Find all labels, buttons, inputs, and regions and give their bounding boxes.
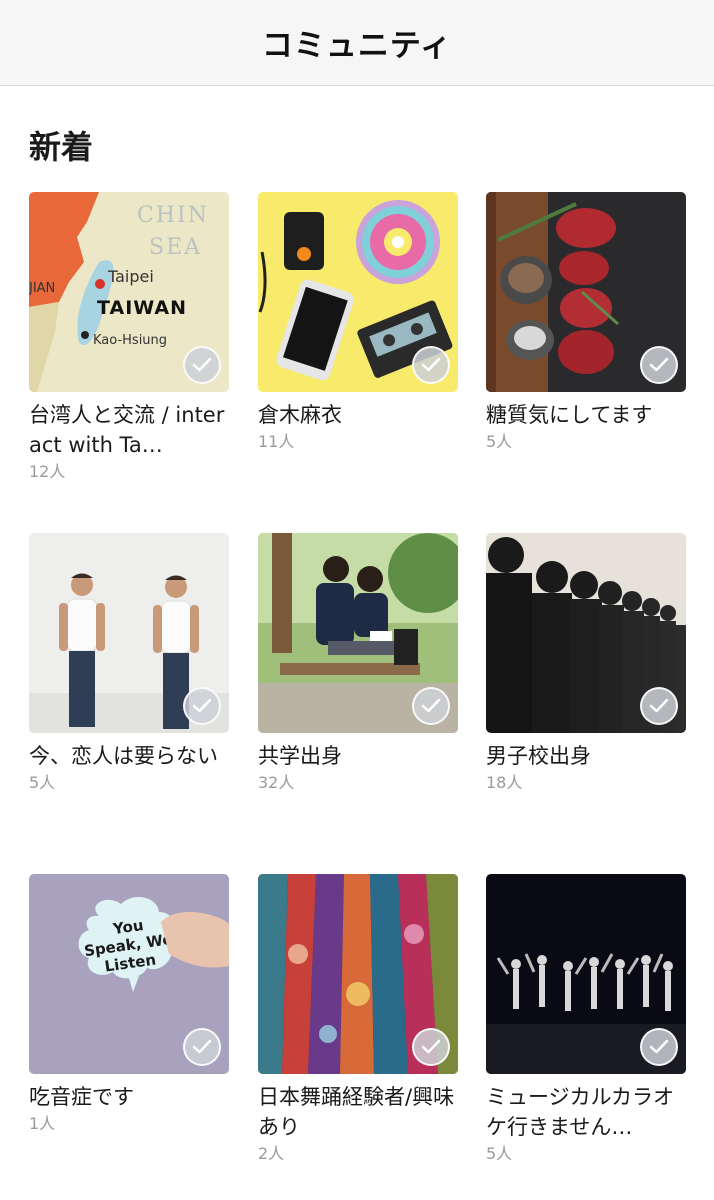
community-thumbnail[interactable]: You Speak, We Listen	[29, 874, 229, 1074]
community-card[interactable]: CHIN SEA Taipei TAIWAN Kao-Hsiung JIAN 台…	[29, 192, 229, 483]
community-thumbnail[interactable]	[258, 192, 458, 392]
community-card[interactable]: 倉木麻衣 11人	[258, 192, 458, 453]
check-icon[interactable]	[640, 346, 678, 384]
community-name[interactable]: 糖質気にしてます	[486, 400, 686, 430]
svg-text:SEA: SEA	[149, 235, 202, 260]
member-count: 5人	[29, 773, 56, 792]
check-icon[interactable]	[412, 1028, 450, 1066]
section-title-new: 新着	[29, 128, 94, 166]
community-card[interactable]: 日本舞踊経験者/興味あり 2人	[258, 874, 458, 1165]
community-thumbnail[interactable]	[486, 533, 686, 733]
member-count: 11人	[258, 432, 295, 451]
member-count: 1人	[29, 1114, 56, 1133]
page-title: コミュニティ	[261, 28, 453, 64]
community-name[interactable]: 倉木麻衣	[258, 400, 458, 430]
member-count: 5人	[486, 432, 513, 451]
community-card[interactable]: You Speak, We Listen 吃音症です 1人	[29, 874, 229, 1135]
community-name[interactable]: 吃音症です	[29, 1082, 229, 1112]
check-icon[interactable]	[183, 687, 221, 725]
check-icon[interactable]	[183, 346, 221, 384]
community-thumbnail[interactable]: CHIN SEA Taipei TAIWAN Kao-Hsiung JIAN	[29, 192, 229, 392]
svg-text:Taipei: Taipei	[107, 267, 154, 286]
community-name[interactable]: 共学出身	[258, 741, 458, 771]
community-name[interactable]: ミュージカルカラオケ行きません…	[486, 1082, 686, 1142]
check-icon[interactable]	[412, 346, 450, 384]
check-icon[interactable]	[183, 1028, 221, 1066]
svg-text:Kao-Hsiung: Kao-Hsiung	[93, 333, 167, 348]
community-name[interactable]: 日本舞踊経験者/興味あり	[258, 1082, 458, 1142]
svg-text:TAIWAN: TAIWAN	[97, 297, 187, 319]
community-thumbnail[interactable]	[486, 874, 686, 1074]
community-card[interactable]: ミュージカルカラオケ行きません… 5人	[486, 874, 686, 1165]
community-card[interactable]: 男子校出身 18人	[486, 533, 686, 794]
check-icon[interactable]	[640, 687, 678, 725]
community-card[interactable]: 共学出身 32人	[258, 533, 458, 794]
member-count: 2人	[258, 1144, 285, 1163]
app-header: コミュニティ	[0, 0, 714, 86]
community-thumbnail[interactable]	[258, 533, 458, 733]
check-icon[interactable]	[640, 1028, 678, 1066]
member-count: 5人	[486, 1144, 513, 1163]
member-count: 32人	[258, 773, 295, 792]
community-card[interactable]: 糖質気にしてます 5人	[486, 192, 686, 453]
svg-text:JIAN: JIAN	[29, 281, 55, 296]
community-card[interactable]: 今、恋人は要らない 5人	[29, 533, 229, 794]
svg-text:CHIN: CHIN	[137, 203, 209, 228]
community-thumbnail[interactable]	[486, 192, 686, 392]
community-thumbnail[interactable]	[258, 874, 458, 1074]
community-name[interactable]: 今、恋人は要らない	[29, 741, 229, 771]
community-thumbnail[interactable]	[29, 533, 229, 733]
community-name[interactable]: 台湾人と交流 / interact with Ta…	[29, 400, 229, 460]
check-icon[interactable]	[412, 687, 450, 725]
member-count: 12人	[29, 462, 66, 481]
member-count: 18人	[486, 773, 523, 792]
community-name[interactable]: 男子校出身	[486, 741, 686, 771]
